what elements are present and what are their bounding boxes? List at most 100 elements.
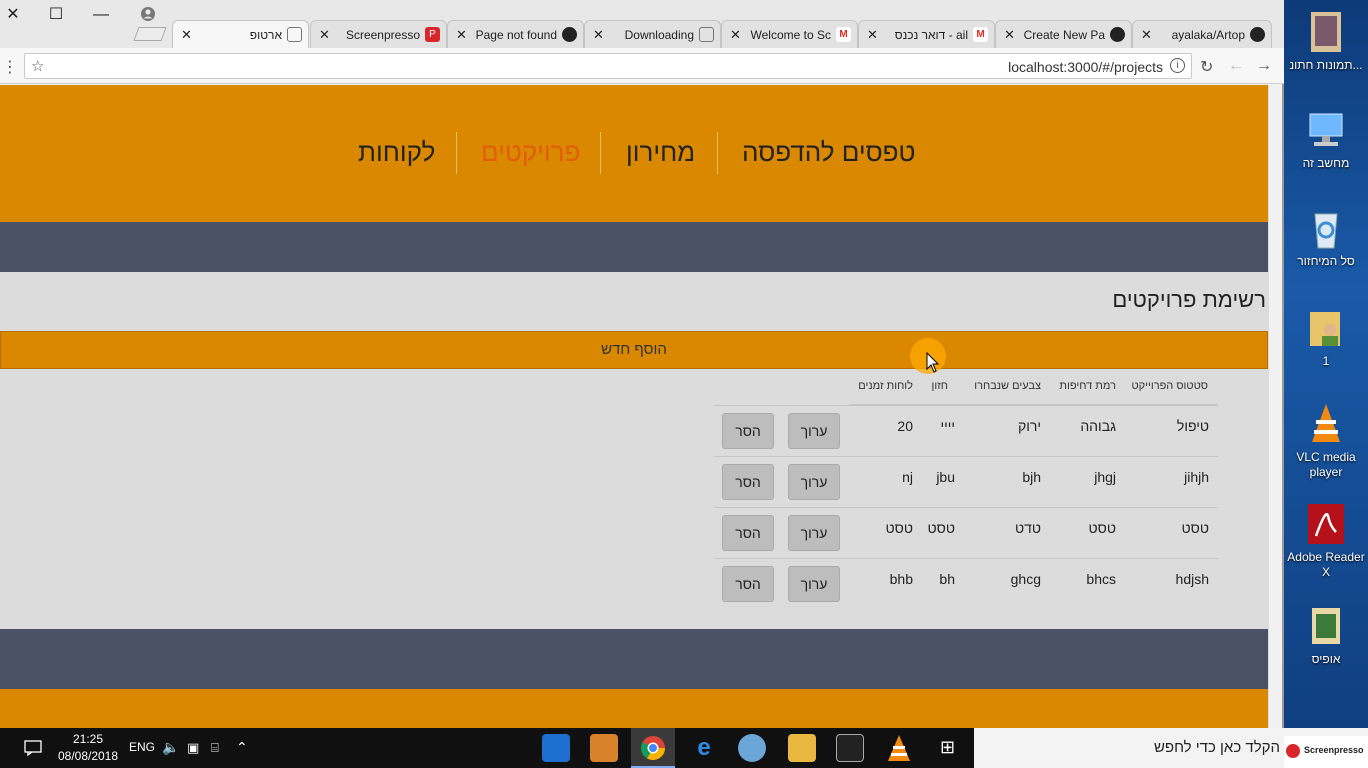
- close-icon[interactable]: ✕: [456, 27, 467, 43]
- screenpresso-logo-icon: [1286, 744, 1300, 758]
- nav-item-projects[interactable]: פרויקטים: [481, 137, 580, 168]
- chrome-taskbar-button[interactable]: [631, 728, 675, 768]
- edit-button[interactable]: ערוך: [788, 566, 840, 602]
- cell-vision: bh: [939, 571, 955, 587]
- forward-icon[interactable]: →: [1256, 57, 1272, 75]
- column-header-colors: צבעים שנבחרו: [974, 380, 1041, 392]
- close-icon[interactable]: ✕: [593, 27, 604, 43]
- desktop-icon-vlc[interactable]: VLC media player: [1284, 402, 1368, 480]
- screenpresso-taskbar-icon[interactable]: [542, 734, 570, 762]
- cell-schedule: 20: [897, 418, 913, 434]
- minimize-window-button[interactable]: —: [88, 4, 114, 26]
- tab-screenpresso[interactable]: ✕ Screenpresso P: [310, 20, 447, 48]
- language-indicator[interactable]: ENG: [129, 740, 155, 754]
- desktop-icon-label: מחשב זה: [1302, 156, 1350, 170]
- desktop-icon-photos[interactable]: תמונות חתונ...: [1284, 10, 1368, 73]
- reload-icon[interactable]: ↻: [1200, 57, 1213, 77]
- tab-page-not-found[interactable]: ✕ Page not found: [447, 20, 584, 48]
- site-info-icon[interactable]: i: [1170, 58, 1185, 73]
- clock-time[interactable]: 21:25: [58, 732, 118, 746]
- desktop-icon-adobe-reader[interactable]: Adobe Reader X: [1284, 502, 1368, 580]
- table-row: טסט טסט טדט טסט טסט ערוך הסר: [714, 507, 1218, 558]
- remove-button[interactable]: הסר: [722, 413, 774, 449]
- desktop-icon-label: VLC media player: [1296, 450, 1356, 479]
- close-icon[interactable]: ✕: [867, 27, 878, 43]
- tab-welcome[interactable]: ✕ Welcome to Sc M: [721, 20, 858, 48]
- screenpresso-icon: P: [425, 27, 440, 42]
- office-folder-icon: [1312, 608, 1340, 644]
- close-icon[interactable]: ✕: [1141, 27, 1152, 43]
- close-window-button[interactable]: ✕: [0, 4, 26, 26]
- user-folder-icon: [1310, 312, 1340, 346]
- desktop-icon-office[interactable]: אופיס: [1284, 604, 1368, 667]
- chevron-up-icon[interactable]: ⌃: [236, 739, 248, 756]
- cell-urgency: טסט: [1088, 520, 1116, 536]
- file-explorer-icon[interactable]: [788, 734, 816, 762]
- gmail-icon: M: [973, 27, 988, 42]
- clock-date[interactable]: 08/08/2018: [56, 749, 120, 763]
- close-icon[interactable]: ✕: [1004, 27, 1015, 43]
- page-icon: [287, 27, 302, 42]
- cell-vision: טסט: [927, 520, 955, 536]
- top-nav: טפסים להדפסה מחירון פרויקטים לקוחות: [0, 85, 1268, 222]
- cell-colors: טדט: [1014, 520, 1041, 536]
- new-tab-button[interactable]: [133, 27, 167, 41]
- maximize-window-button[interactable]: ☐: [43, 4, 69, 26]
- cell-status: jihjh: [1184, 469, 1209, 485]
- url-field[interactable]: ☆ localhost:3000/#/projects i: [24, 53, 1192, 79]
- tab-title: Downloading: [624, 28, 694, 42]
- nav-item-print-forms[interactable]: טפסים להדפסה: [742, 137, 915, 168]
- cell-status: טיפול: [1176, 418, 1209, 434]
- desktop-icon-label: אופיס: [1311, 652, 1341, 666]
- task-view-icon[interactable]: ⊞: [940, 737, 955, 758]
- mouse-cursor-icon: [926, 352, 940, 373]
- nav-item-price-list[interactable]: מחירון: [626, 137, 695, 168]
- edit-button[interactable]: ערוך: [788, 464, 840, 500]
- nav-item-customers[interactable]: לקוחות: [358, 137, 435, 168]
- cell-schedule: nj: [902, 469, 913, 485]
- remove-button[interactable]: הסר: [722, 566, 774, 602]
- edit-button[interactable]: ערוך: [788, 413, 840, 449]
- recycle-bin-icon: [1314, 213, 1338, 249]
- vlc-taskbar-icon[interactable]: [886, 734, 912, 762]
- tab-create-new[interactable]: ✕ Create New Pa: [995, 20, 1132, 48]
- close-icon[interactable]: ✕: [319, 27, 330, 43]
- network-icon[interactable]: ▣: [187, 740, 199, 756]
- scrollbar[interactable]: [1268, 85, 1282, 728]
- github-icon: [562, 27, 577, 42]
- back-icon[interactable]: ←: [1228, 57, 1244, 75]
- bookmark-star-icon[interactable]: ☆: [31, 57, 44, 75]
- remove-button[interactable]: הסר: [722, 515, 774, 551]
- volume-icon[interactable]: 🔈: [162, 739, 179, 756]
- action-center-icon[interactable]: [24, 740, 42, 756]
- menu-icon[interactable]: ⋮: [2, 57, 18, 77]
- power-icon[interactable]: ⌸: [211, 740, 219, 756]
- tab-title: Screenpresso: [345, 28, 420, 42]
- taskbar-search-box[interactable]: הקלד כאן כדי לחפש Screenpresso: [974, 728, 1368, 768]
- footer-band: [0, 629, 1268, 689]
- desktop-icon-folder-1[interactable]: 1: [1284, 306, 1368, 369]
- desktop-icon-label: סל המיחזור: [1297, 254, 1355, 268]
- screenpresso-badge: Screenpresso: [1284, 736, 1368, 768]
- paint-icon[interactable]: [738, 734, 766, 762]
- tab-inbox[interactable]: ✕ דואר נכנס - ail M: [858, 20, 995, 48]
- terminal-icon[interactable]: [836, 734, 864, 762]
- media-player-taskbar-icon[interactable]: [590, 734, 618, 762]
- tab-ayalaka-artop[interactable]: ✕ ayalaka/Artop: [1132, 20, 1272, 48]
- tab-title: Page not found: [475, 28, 557, 42]
- page-icon: [699, 27, 714, 42]
- remove-button[interactable]: הסר: [722, 464, 774, 500]
- close-icon[interactable]: ✕: [730, 27, 741, 43]
- add-new-button[interactable]: הוסף חדש: [0, 331, 1268, 369]
- table-row: טיפול גבוהה ירוק יייי 20 ערוך הסר: [714, 405, 1218, 456]
- edit-button[interactable]: ערוך: [788, 515, 840, 551]
- edge-icon[interactable]: e: [690, 734, 718, 762]
- tab-downloading[interactable]: ✕ Downloading: [584, 20, 721, 48]
- close-icon[interactable]: ✕: [181, 27, 192, 43]
- tab-title: Create New Pa: [1023, 28, 1105, 42]
- desktop-icon-this-pc[interactable]: מחשב זה: [1284, 108, 1368, 171]
- profile-icon[interactable]: [140, 6, 156, 22]
- tab-artop[interactable]: ✕ ארטופ: [172, 20, 309, 48]
- desktop-icon-recycle-bin[interactable]: סל המיחזור: [1284, 206, 1368, 269]
- nav-divider: [456, 132, 457, 174]
